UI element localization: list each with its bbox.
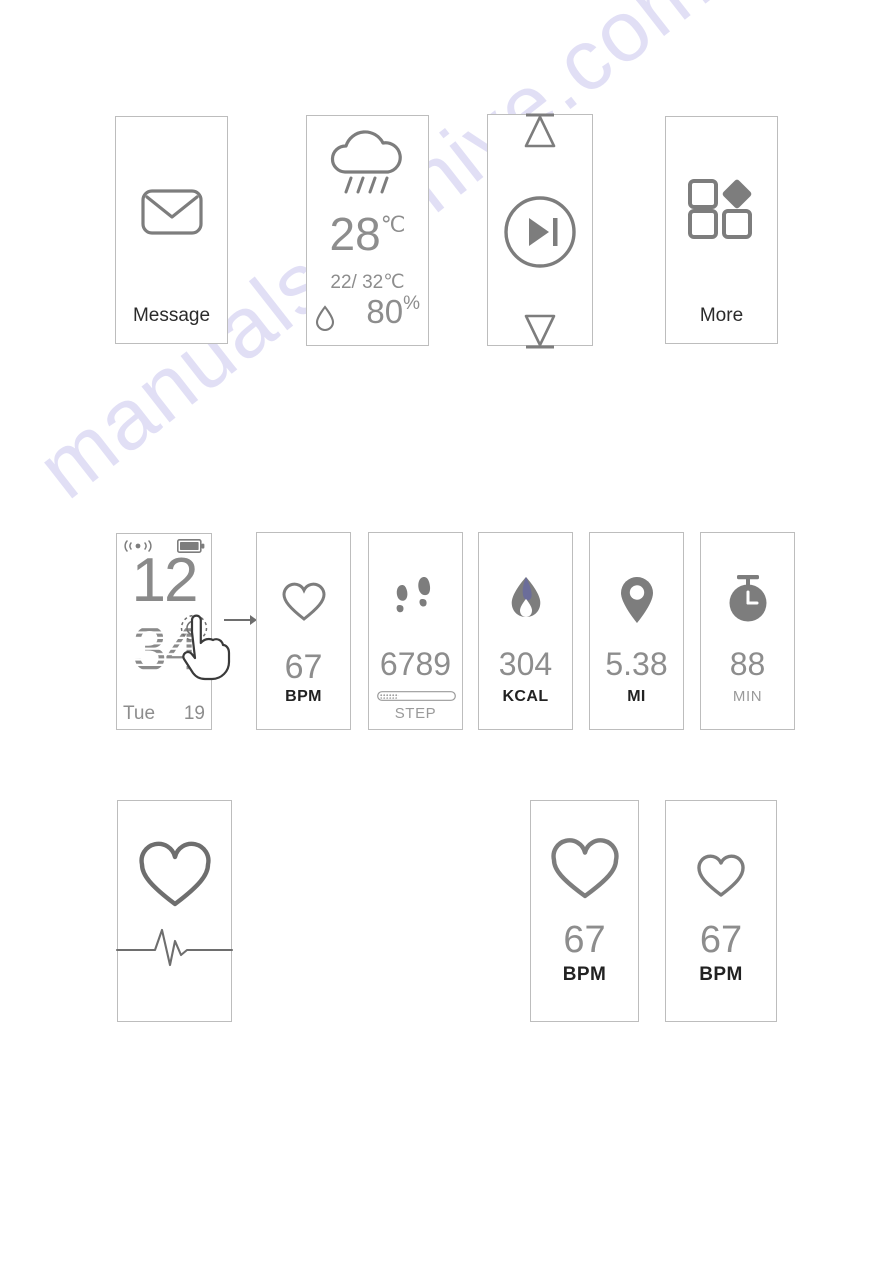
weather-range: 22/ 32℃ [330,272,405,293]
weather-humidity-unit: % [403,293,420,314]
heart-outline-icon [257,581,350,623]
location-pin-icon [590,575,683,627]
heart-outline-icon [118,841,231,909]
weather-humidity-value-wrap: 80% [366,293,420,331]
metric-value: 67 [284,648,323,686]
clock-day: 19 [183,703,205,724]
clock-hour: 12 [131,546,199,615]
screen-message[interactable]: Message [115,116,228,344]
screen-heart-rate-metric[interactable]: 67 BPM [256,532,351,730]
heart-outline-icon [666,853,776,899]
metric-unit: BPM [562,964,607,985]
weather-humidity-row: 80% [315,293,420,331]
footsteps-icon [369,573,462,621]
message-label: Message [132,305,211,326]
metric-value: 67 [563,919,606,961]
clock-date-row: Tue 19 [123,703,205,725]
screen-distance-metric[interactable]: 5.38 MI [589,532,684,730]
water-drop-icon [315,305,335,331]
step-progress-bar [377,691,456,701]
metric-value: 67 [699,919,743,961]
grid-apps-icon [666,177,777,239]
metric-unit: BPM [699,964,743,985]
stopwatch-icon [701,573,794,627]
screen-weather[interactable]: 28℃ 22/ 32℃ 80% [306,115,429,346]
screen-duration-metric[interactable]: 88 MIN [700,532,795,730]
heart-outline-icon [531,838,638,901]
ecg-pulse-line-icon [115,921,234,979]
metric-unit: MI [627,688,646,705]
weather-temperature: 28 [329,208,381,260]
metric-value: 304 [498,646,553,682]
metric-unit: MIN [732,688,763,705]
volume-up-triangle-icon[interactable] [488,110,592,152]
metric-value: 88 [729,646,766,682]
screen-music[interactable] [487,113,593,349]
screen-step-metric[interactable]: 6789 STEP [368,532,463,730]
envelope-icon [116,189,227,235]
volume-down-triangle-icon[interactable] [488,310,592,352]
tap-hand-icon [178,612,236,682]
metric-unit: KCAL [502,688,549,705]
play-pause-icon[interactable] [488,193,592,271]
weather-temperature-unit: ℃ [380,212,406,237]
screen-heart-rate-small[interactable]: 67 BPM [665,800,777,1022]
clock-weekday: Tue [123,703,156,724]
weather-temperature-row: 28℃ [307,211,428,257]
metric-value: 6789 [379,646,452,682]
screen-heart-rate-measure[interactable] [115,800,234,1022]
screen-calories-metric[interactable]: 304 KCAL [478,532,573,730]
metric-unit: STEP [394,705,437,722]
metric-value: 5.38 [605,646,668,682]
metric-unit: BPM [285,688,322,705]
diagram-canvas: manualsarchive.com Message [0,0,893,1263]
screen-more[interactable]: More [665,116,778,344]
flame-icon [479,575,572,627]
more-label: More [699,305,744,326]
rain-cloud-icon [307,130,428,196]
screen-heart-rate-large[interactable]: 67 BPM [530,800,639,1022]
weather-humidity: 80 [366,293,404,330]
